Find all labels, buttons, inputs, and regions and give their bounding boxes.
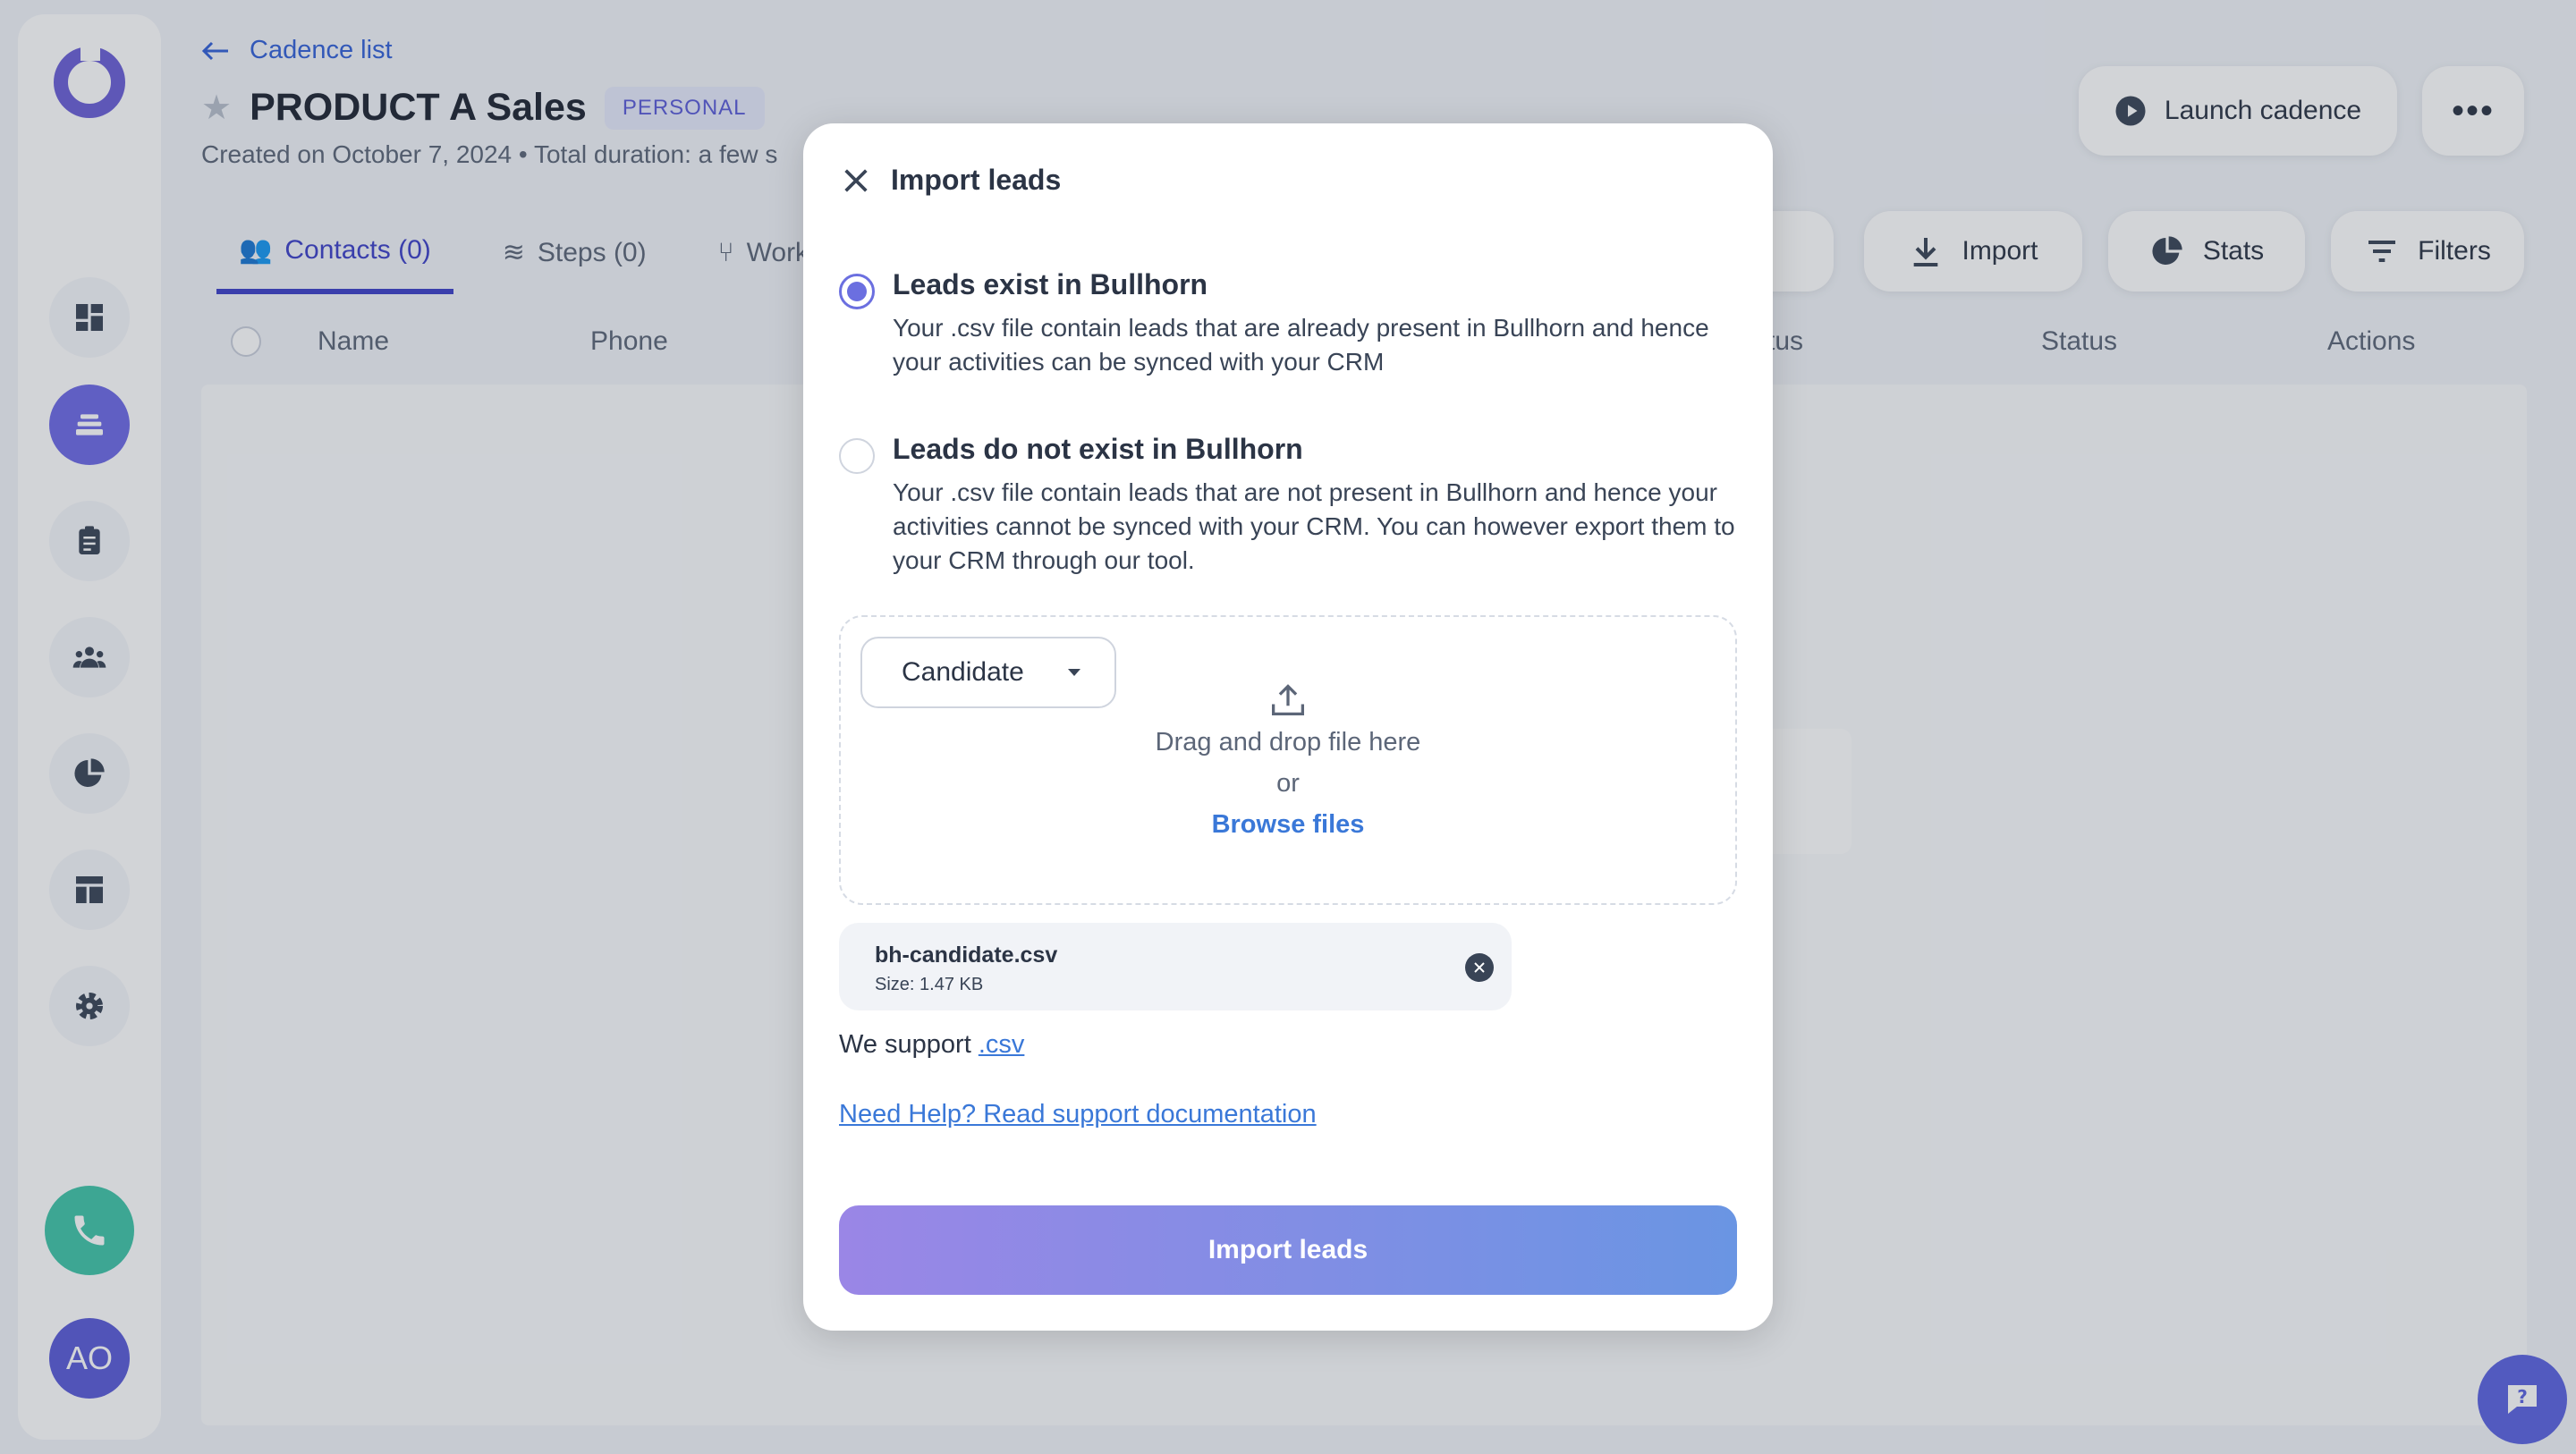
radio-leads-not-exist[interactable]: [839, 438, 875, 474]
support-prefix: We support: [839, 1030, 971, 1059]
option-leads-exist-description: Your .csv file contain leads that are al…: [893, 314, 1709, 376]
remove-file-icon[interactable]: [1465, 953, 1494, 982]
option-leads-not-exist-description: Your .csv file contain leads that are no…: [893, 478, 1735, 574]
uploaded-file-chip: bh-candidate.csv Size: 1.47 KB: [839, 923, 1512, 1010]
import-leads-button[interactable]: Import leads: [839, 1205, 1737, 1295]
option-leads-exist-title: Leads exist in Bullhorn: [893, 268, 1208, 300]
drag-drop-text: Drag and drop file here: [1155, 728, 1421, 757]
radio-leads-exist[interactable]: [839, 274, 875, 309]
file-size: Size: 1.47 KB: [875, 975, 984, 994]
upload-icon: [1272, 684, 1304, 715]
option-leads-not-exist[interactable]: Leads do not exist in Bullhorn Your .csv…: [839, 433, 1742, 594]
file-dropzone[interactable]: Candidate Drag and drop file here or Bro…: [839, 615, 1737, 905]
or-text: or: [1276, 769, 1300, 798]
browse-files-link[interactable]: Browse files: [841, 804, 1735, 845]
file-name: bh-candidate.csv: [875, 943, 1058, 968]
option-leads-exist[interactable]: Leads exist in Bullhorn Your .csv file c…: [839, 268, 1742, 393]
close-icon[interactable]: [841, 165, 871, 196]
supported-formats: We support .csv: [839, 1030, 1024, 1060]
csv-format-link[interactable]: .csv: [979, 1030, 1025, 1059]
modal-header: Import leads: [841, 164, 1061, 197]
caret-down-icon: [1068, 669, 1080, 676]
modal-title: Import leads: [891, 164, 1062, 196]
import-leads-modal: Import leads Leads exist in Bullhorn You…: [803, 123, 1773, 1331]
option-leads-not-exist-title: Leads do not exist in Bullhorn: [893, 433, 1303, 465]
support-documentation-link[interactable]: Need Help? Read support documentation: [839, 1100, 1317, 1129]
drop-instructions: Drag and drop file here or Browse files: [841, 681, 1735, 845]
